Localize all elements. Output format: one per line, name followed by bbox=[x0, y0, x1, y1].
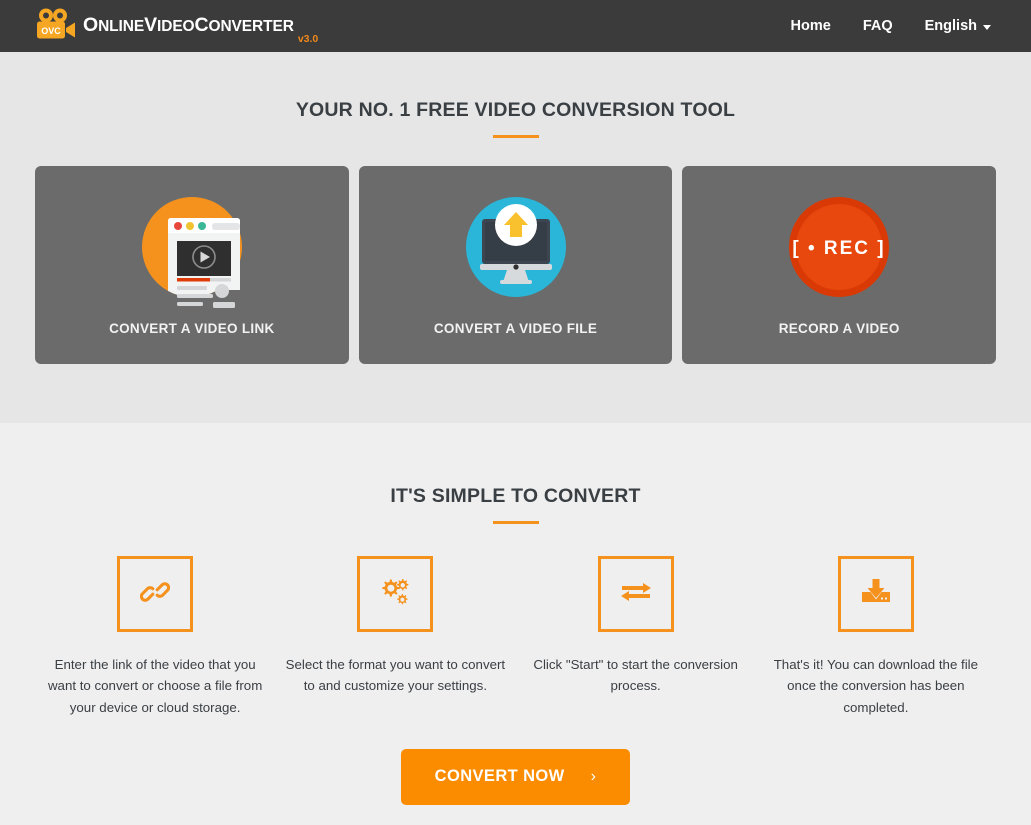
cta-container: CONVERT NOW › bbox=[0, 748, 1031, 805]
hero-section: YOUR NO. 1 FREE VIDEO CONVERSION TOOL CO… bbox=[0, 52, 1031, 423]
step-3-icon-box bbox=[597, 556, 674, 632]
title-underline-rule bbox=[492, 135, 539, 138]
brand-ideo: IDEO bbox=[157, 18, 195, 36]
steps-underline-rule bbox=[492, 521, 539, 524]
exchange-arrows-icon bbox=[620, 579, 652, 610]
steps-list: Enter the link of the video that you wan… bbox=[0, 556, 1031, 718]
brand-v: V bbox=[144, 14, 158, 37]
main-nav: Home FAQ English bbox=[791, 18, 991, 34]
nav-home-label: Home bbox=[790, 18, 831, 34]
convert-now-label: CONVERT NOW bbox=[434, 767, 565, 786]
brand-onverter: ONVERTER bbox=[208, 18, 294, 36]
nav-language-selector[interactable]: English bbox=[925, 18, 991, 34]
brand-nline: NLINE bbox=[98, 18, 145, 36]
brand-logo-link[interactable]: OVC ONLINEVIDEOCONVERTER v3.0 bbox=[33, 7, 318, 46]
card-convert-video-link[interactable]: CONVERT A VIDEO LINK bbox=[35, 166, 349, 364]
svg-text:OVC: OVC bbox=[41, 26, 61, 36]
step-1: Enter the link of the video that you wan… bbox=[35, 556, 275, 718]
card-label: RECORD A VIDEO bbox=[778, 321, 900, 336]
card-label: CONVERT A VIDEO FILE bbox=[433, 321, 598, 336]
step-2: Select the format you want to convert to… bbox=[275, 556, 515, 718]
site-header: OVC ONLINEVIDEOCONVERTER v3.0 Home FAQ E… bbox=[0, 0, 1031, 52]
step-1-text: Enter the link of the video that you wan… bbox=[47, 657, 263, 715]
step-4-text: That's it! You can download the file onc… bbox=[773, 657, 979, 715]
page-title: YOUR NO. 1 FREE VIDEO CONVERSION TOOL bbox=[295, 99, 736, 121]
svg-text:[ • REC ]: [ • REC ] bbox=[793, 238, 886, 259]
step-1-icon-box bbox=[117, 556, 194, 632]
steps-section: IT'S SIMPLE TO CONVERT Enter the link of… bbox=[0, 423, 1031, 805]
browser-video-link-icon bbox=[130, 185, 254, 309]
card-record-video[interactable]: [ • REC ] RECORD A VIDEO bbox=[682, 166, 997, 364]
step-2-icon-box bbox=[357, 556, 434, 632]
nav-faq-label: FAQ bbox=[862, 18, 893, 34]
brand-version: v3.0 bbox=[297, 32, 319, 45]
rec-button-icon: [ • REC ] bbox=[777, 185, 901, 309]
step-3: Click "Start" to start the conversion pr… bbox=[516, 556, 756, 718]
step-4: That's it! You can download the file onc… bbox=[756, 556, 996, 718]
nav-home[interactable]: Home bbox=[791, 18, 831, 34]
brand-c: C bbox=[194, 14, 209, 37]
brand-name: ONLINEVIDEOCONVERTER bbox=[83, 16, 294, 36]
step-4-icon-box bbox=[837, 556, 914, 632]
action-cards: CONVERT A VIDEO LINK CONVERT A VIDEO FIL… bbox=[0, 166, 1031, 364]
nav-language-label: English bbox=[924, 18, 977, 34]
gears-settings-icon bbox=[379, 577, 411, 612]
convert-now-button[interactable]: CONVERT NOW › bbox=[400, 748, 631, 805]
brand-o: O bbox=[83, 14, 99, 37]
nav-faq[interactable]: FAQ bbox=[863, 18, 893, 34]
step-2-text: Select the format you want to convert to… bbox=[285, 657, 506, 694]
step-3-text: Click "Start" to start the conversion pr… bbox=[533, 657, 738, 694]
chevron-down-icon bbox=[983, 24, 991, 30]
download-icon bbox=[861, 578, 891, 611]
steps-title: IT'S SIMPLE TO CONVERT bbox=[390, 485, 641, 507]
link-chain-icon bbox=[139, 577, 171, 612]
monitor-upload-icon bbox=[454, 185, 578, 309]
card-convert-video-file[interactable]: CONVERT A VIDEO FILE bbox=[358, 166, 673, 364]
card-label: CONVERT A VIDEO LINK bbox=[109, 321, 275, 336]
chevron-right-icon: › bbox=[590, 767, 597, 785]
video-camera-icon: OVC bbox=[33, 7, 76, 46]
